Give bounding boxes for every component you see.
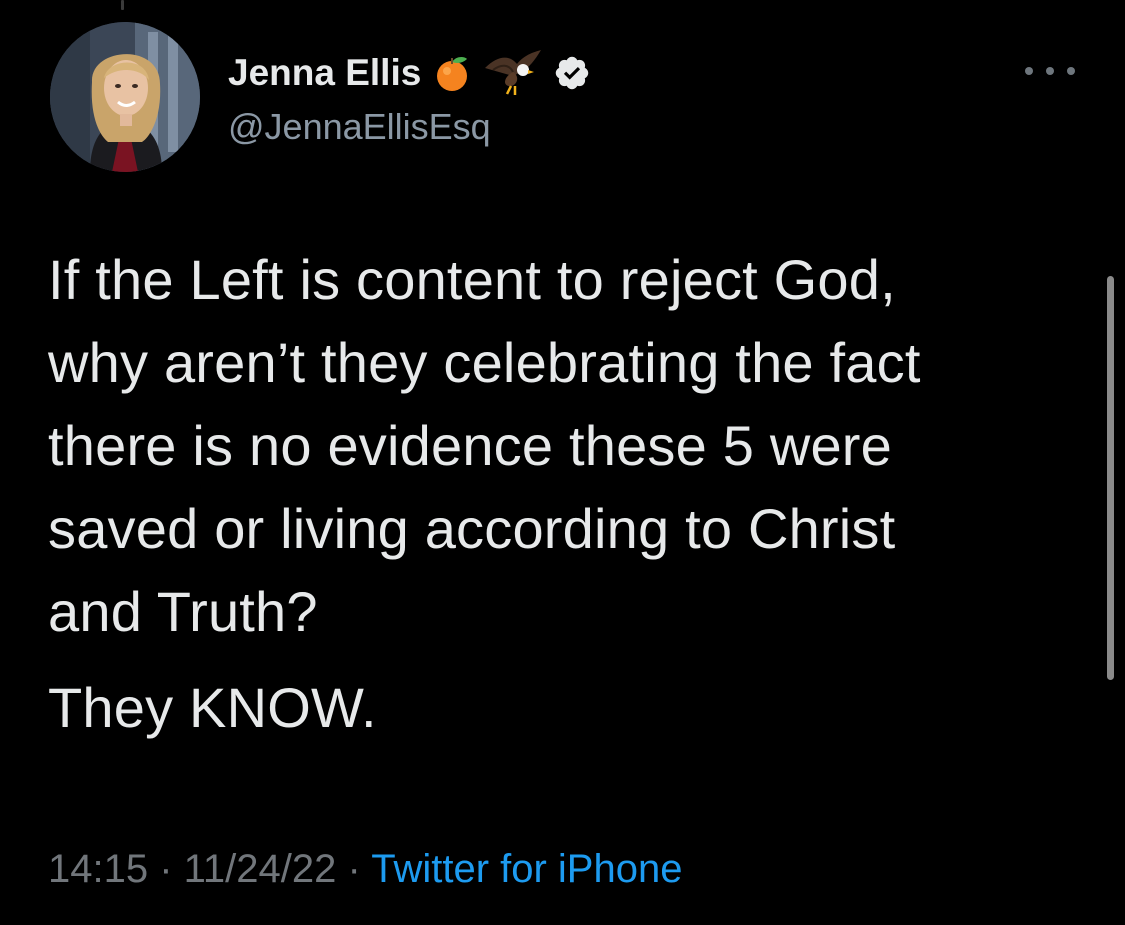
author-handle[interactable]: @JennaEllisEsq [228,104,491,150]
verified-badge-icon [553,54,591,92]
tweet-time[interactable]: 14:15 [48,847,148,891]
orange-emoji-icon [431,52,473,94]
tweet-date[interactable]: 11/24/22 [184,847,337,891]
tweet-line: They KNOW. [48,676,377,739]
avatar[interactable] [50,22,200,172]
tweet-line: and Truth? [48,580,318,643]
meta-separator: · [336,847,372,891]
tweet-paragraph: If the Left is content to reject God, wh… [48,238,1088,653]
meta-separator: · [148,847,184,891]
tweet-text: If the Left is content to reject God, wh… [48,238,1088,749]
tweet-line: If the Left is content to reject God, [48,248,896,311]
tweet-source-link[interactable]: Twitter for iPhone [371,847,682,891]
author-display-name-row[interactable]: Jenna Ellis [228,50,591,96]
top-divider [121,0,124,10]
tweet-paragraph: They KNOW. [48,666,1088,749]
avatar-photo [50,22,200,172]
tweet-metadata: 14:15 · 11/24/22 · Twitter for iPhone [48,844,682,894]
tweet-line: saved or living according to Christ [48,497,896,560]
tweet-line: there is no evidence these 5 were [48,414,893,477]
tweet-line: why aren’t they celebrating the fact [48,331,921,394]
more-options-icon[interactable] [1025,56,1075,86]
scrollbar[interactable] [1107,276,1114,680]
author-display-name[interactable]: Jenna Ellis [228,50,421,96]
eagle-emoji-icon [483,50,543,96]
